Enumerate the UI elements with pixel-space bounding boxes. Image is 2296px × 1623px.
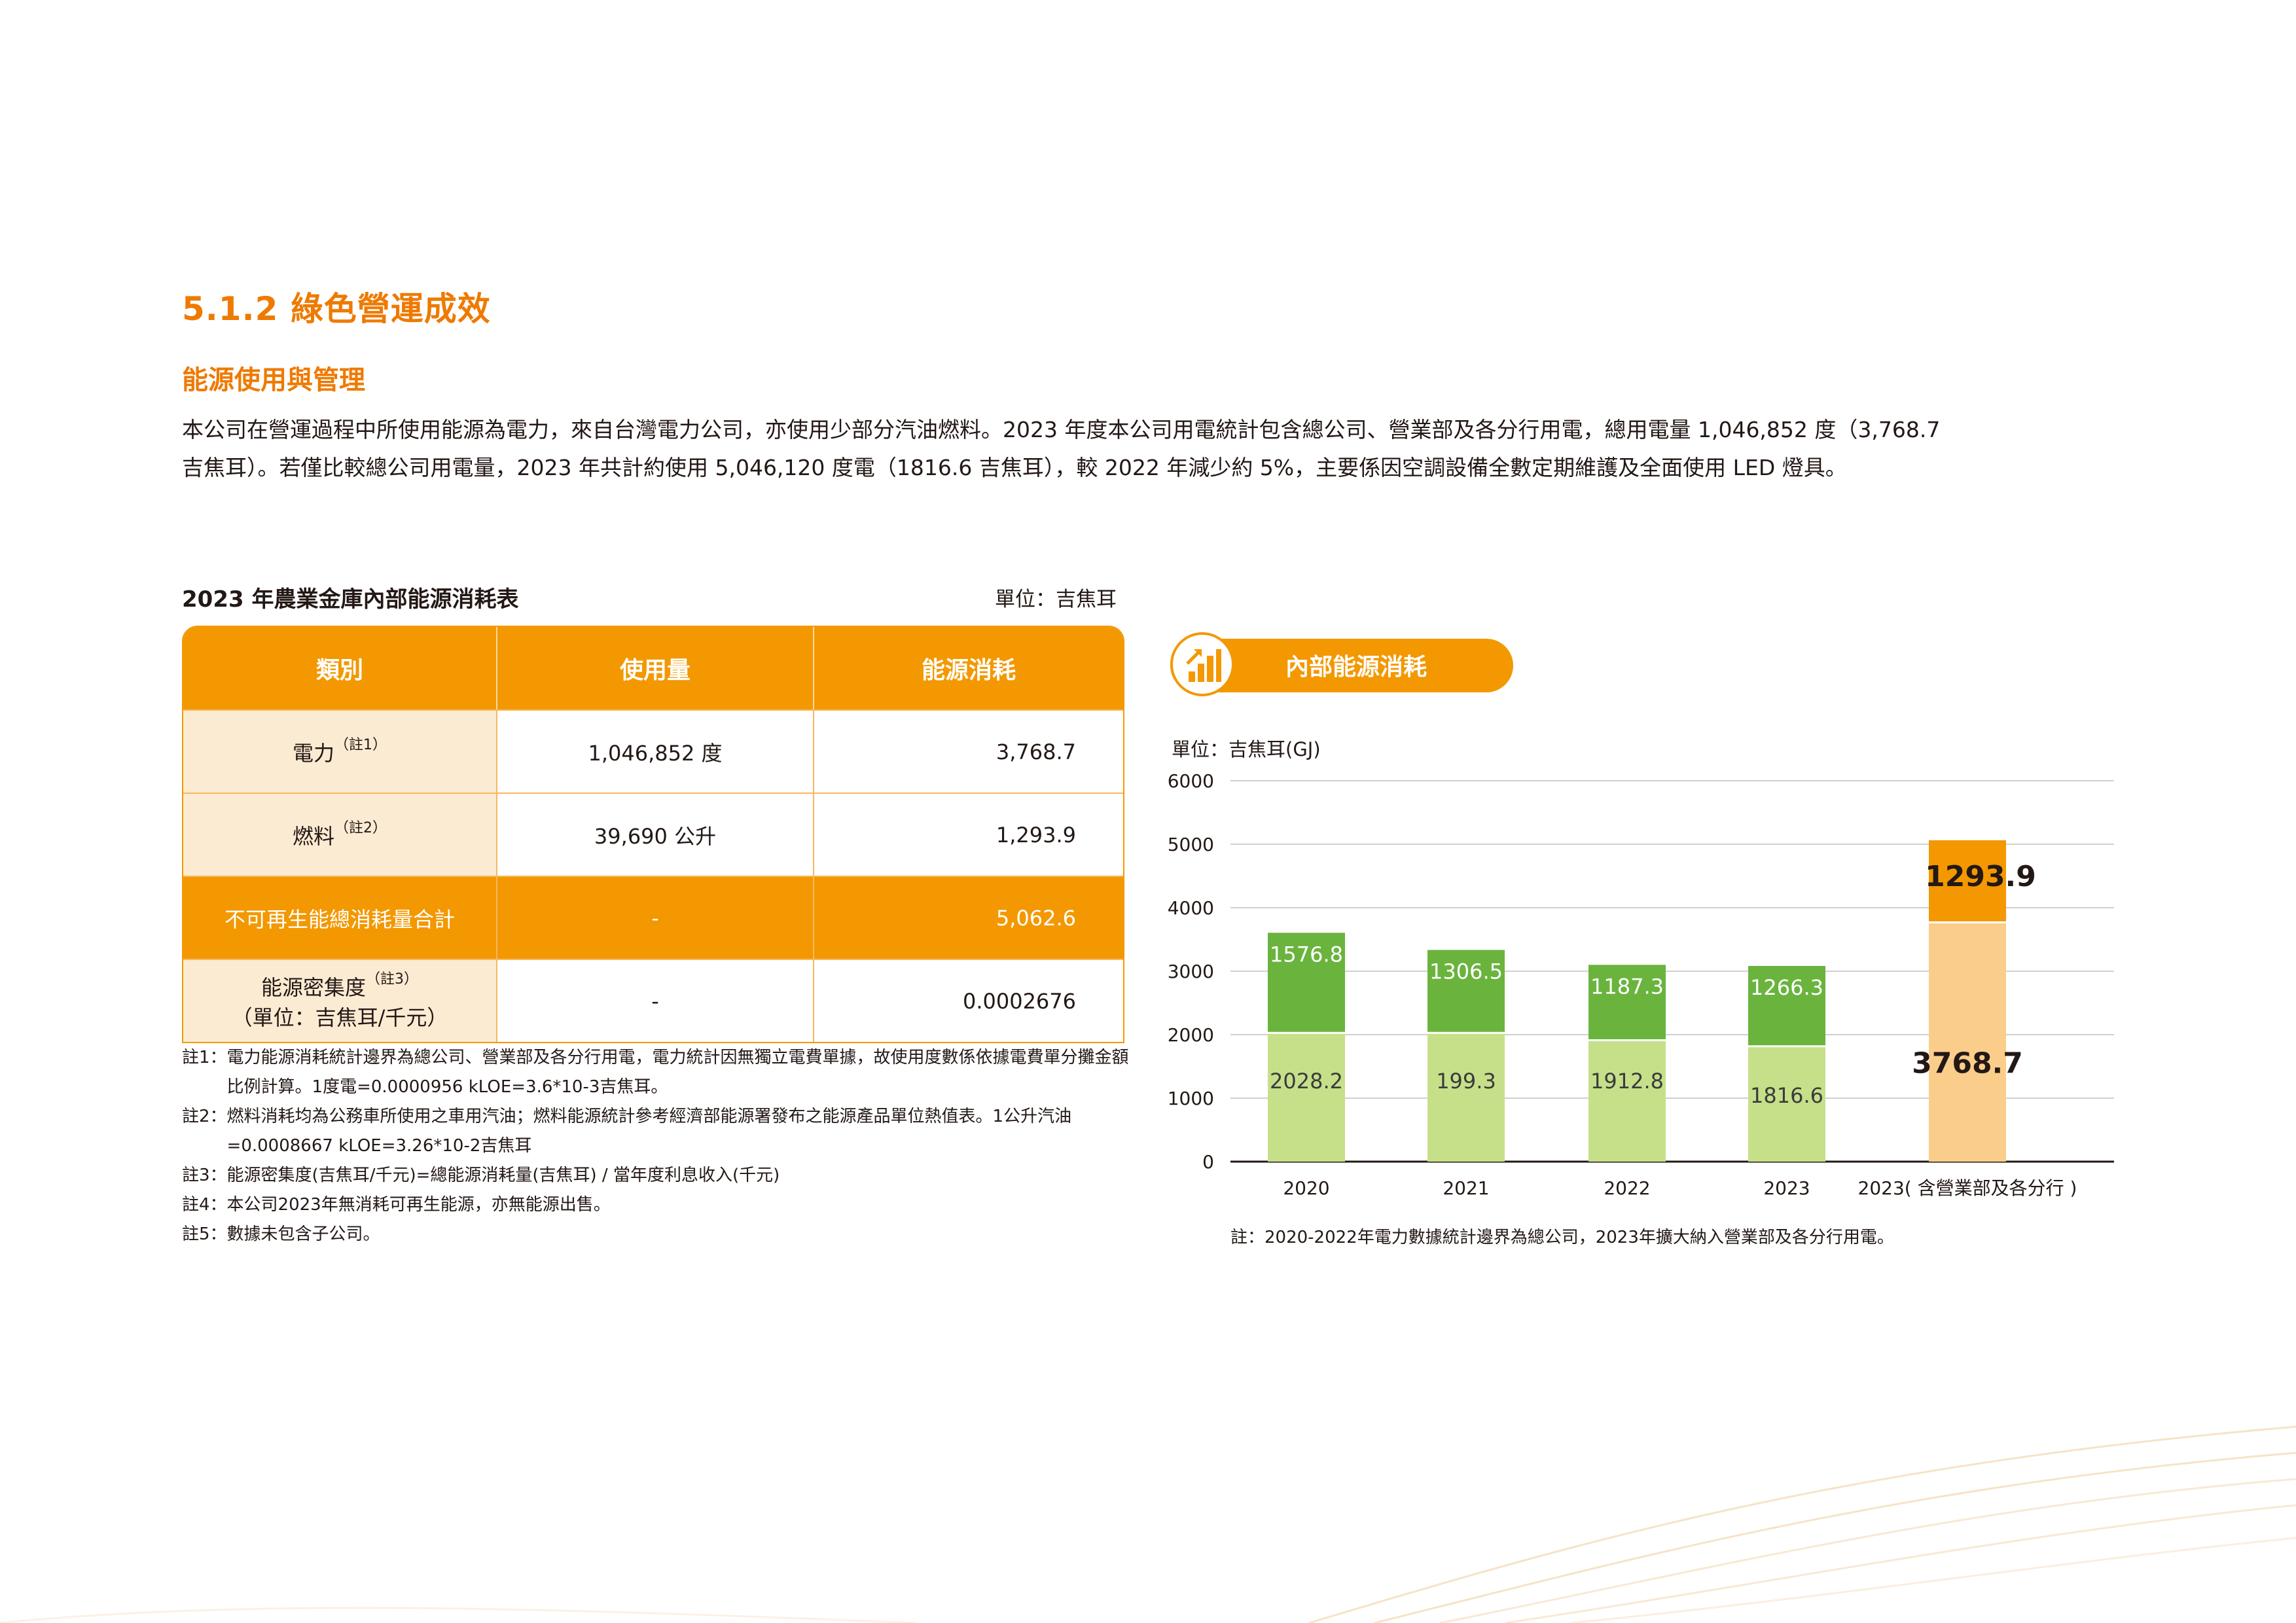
y-tick-label: 6000 [1168,770,1214,792]
data-label: 199.3 [1436,1069,1496,1094]
y-tick-label: 3000 [1168,961,1214,982]
data-label: 1187.3 [1590,974,1664,999]
bar-segment-lower [1588,1040,1666,1162]
bar-segment-lower [1427,1033,1505,1162]
data-label: 1293.9 [1925,860,2036,893]
y-tick-label: 0 [1202,1151,1214,1173]
decorative-waves [0,1425,2296,1623]
data-label: 2028.2 [1270,1069,1343,1094]
x-tick-label: 2023 [1763,1177,1810,1199]
x-tick-label: 2022 [1604,1177,1650,1199]
x-tick-label: 2023( 含營業部及各分行 ) [1858,1177,2077,1199]
x-tick-label: 2021 [1443,1177,1489,1199]
y-tick-label: 4000 [1168,897,1214,919]
bar-segment-lower [1268,1033,1345,1162]
data-label: 1816.6 [1750,1083,1823,1108]
y-tick-label: 2000 [1168,1024,1214,1046]
y-tick-label: 5000 [1168,834,1214,855]
data-label: 1576.8 [1270,942,1343,967]
data-label: 1912.8 [1590,1069,1664,1094]
chart-note: 註：2020-2022年電力數據統計邊界為總公司，2023年擴大納入營業部及各分… [1230,1228,1894,1247]
data-label: 1266.3 [1750,975,1823,1000]
x-tick-label: 2020 [1283,1177,1329,1199]
data-label: 1306.5 [1429,959,1503,984]
y-tick-label: 1000 [1168,1088,1214,1109]
chart-bars [1268,840,2006,1162]
data-label: 3768.7 [1912,1046,2023,1080]
bar-segment-lower [1929,922,2006,1162]
